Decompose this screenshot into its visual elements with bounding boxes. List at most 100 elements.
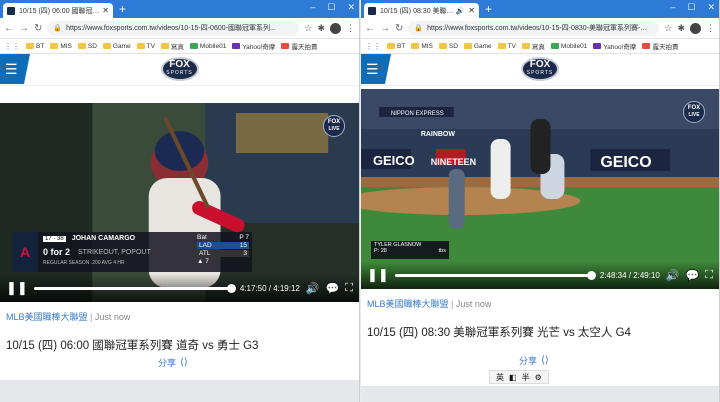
ime-language-toggle[interactable]: 英 [496,372,504,383]
maximize-button[interactable]: ☐ [687,2,695,13]
forward-icon[interactable]: → [19,23,29,34]
bookmark-item[interactable]: 露天拍賣 [281,41,317,51]
video-controls: ❚❚ 4:17:50 / 4:19:12 🔊 💬 ⛶ [0,274,359,302]
page-footer [361,386,719,402]
menu-dots-icon[interactable]: ⋮ [706,23,715,34]
bookmark-item[interactable]: 寫真 [521,41,545,51]
folder-icon [136,43,145,49]
bookmark-item[interactable]: Game [463,43,492,50]
category-link[interactable]: MLB美國職棒大聯盟 [367,299,449,309]
extensions-icon[interactable]: ✱ [677,23,685,34]
site-header: ☰ FOX SPORTS [361,54,719,86]
url-field[interactable]: 🔒 https://www.foxsports.com.tw/videos/10… [408,20,660,36]
fullscreen-icon[interactable]: ⛶ [345,282,353,295]
timestamp: Just now [94,312,131,322]
menu-dots-icon[interactable]: ⋮ [346,23,355,34]
chat-icon[interactable]: 💬 [326,282,340,295]
batter-name: JOHAN CAMARGO [71,235,136,242]
bookmark-item[interactable]: 露天拍賣 [642,41,678,51]
minimize-button[interactable]: – [310,2,315,13]
window-controls: – ☐ ✕ [310,2,355,13]
bookmark-item[interactable]: 寫真 [160,41,184,51]
bookmark-item[interactable]: TV [136,43,155,50]
maximize-button[interactable]: ☐ [327,2,335,13]
audio-playing-icon[interactable]: 🔊 [456,7,465,15]
bookmark-item[interactable]: BT [26,43,44,50]
apps-icon[interactable]: ⋮⋮ [365,42,381,51]
browser-tab[interactable]: 10/15 (四) 08:30 美聯冠軍系列 🔊 ✕ [364,3,479,18]
extensions-icon[interactable]: ✱ [317,23,325,34]
batter-number: 17 · 38 [43,235,66,242]
bookmark-item[interactable]: Game [102,43,131,50]
ime-width-toggle[interactable]: 半 [522,372,530,383]
hamburger-icon[interactable]: ☰ [5,62,18,76]
star-icon[interactable]: ☆ [664,23,672,34]
timestamp: Just now [455,299,492,309]
apps-icon[interactable]: ⋮⋮ [4,42,20,51]
progress-bar[interactable] [33,283,236,293]
bookmark-item[interactable]: MIS [411,43,433,50]
avatar[interactable] [330,22,341,34]
network-logo: tbs [438,248,446,254]
new-tab-button[interactable]: + [119,2,126,16]
address-bar-row: ← → ↻ 🔒 https://www.foxsports.com.tw/vid… [0,18,359,39]
bookmark-item[interactable]: BT [387,43,405,50]
bookmark-item[interactable]: SD [77,43,97,50]
bookmark-item[interactable]: Mobile01 [189,43,226,50]
folder-icon [50,43,59,49]
hamburger-icon[interactable]: ☰ [366,62,379,76]
avatar[interactable] [690,22,701,34]
ime-mode-icon[interactable]: ◧ [509,373,517,382]
fox-sports-logo[interactable]: FOX SPORTS [521,57,559,81]
close-window-button[interactable]: ✕ [707,2,715,13]
lock-icon: 🔒 [414,25,424,32]
video-frame: NIPPON EXPRESS RAINBOW GEICO NINETEEN GE… [361,89,719,289]
pause-icon[interactable]: ❚❚ [6,280,28,296]
bookmark-item[interactable]: MIS [50,43,72,50]
category-line: MLB美國職棒大聯盟 | Just now [367,299,492,309]
share-button[interactable]: 分享 ⟨⟩ [158,356,188,369]
ime-settings-icon[interactable]: ⚙ [535,373,542,382]
forward-icon[interactable]: → [380,23,390,34]
bookmarks-bar: ⋮⋮ BT MIS SD Game TV 寫真 Mobile01 Yahoo!奇… [361,39,719,54]
pause-icon[interactable]: ❚❚ [367,267,389,283]
fullscreen-icon[interactable]: ⛶ [705,269,713,282]
batter-result: STRIKEOUT, POPOUT [78,248,151,256]
bookmark-item[interactable]: Mobile01 [550,43,587,50]
back-icon[interactable]: ← [365,23,375,34]
back-icon[interactable]: ← [4,23,14,34]
tab-close-icon[interactable]: ✕ [468,6,475,15]
video-player[interactable]: NIPPON EXPRESS RAINBOW GEICO NINETEEN GE… [361,89,719,289]
volume-icon[interactable]: 🔊 [306,282,320,295]
progress-knob[interactable] [226,283,236,293]
bookmark-item[interactable]: TV [497,43,516,50]
close-window-button[interactable]: ✕ [347,2,355,13]
share-icon: ⟨⟩ [541,355,549,366]
reload-icon[interactable]: ↻ [395,23,403,34]
progress-fill [33,286,232,290]
fox-sports-logo[interactable]: FOX SPORTS [160,57,199,81]
folder-icon [497,43,506,49]
bookmark-item[interactable]: SD [438,43,458,50]
folder-icon [438,43,447,49]
tab-close-icon[interactable]: ✕ [102,6,109,15]
browser-tab[interactable]: 10/15 (四) 06:00 國聯冠軍系列賽 ✕ [3,3,113,18]
video-player[interactable]: FOX LIVE A 17 · 38 JOHAN CAMARGO 0 for 2 … [0,103,359,302]
bookmark-item[interactable]: Yahoo!奇摩 [593,41,636,51]
share-icon: ⟨⟩ [180,357,188,368]
ruten-icon [281,43,290,49]
new-tab-button[interactable]: + [485,2,492,16]
progress-bar[interactable] [394,270,596,280]
star-icon[interactable]: ☆ [304,23,312,34]
chat-icon[interactable]: 💬 [686,269,700,282]
folder-icon [102,43,111,49]
volume-icon[interactable]: 🔊 [666,269,680,282]
reload-icon[interactable]: ↻ [34,23,42,34]
share-button[interactable]: 分享 ⟨⟩ [519,354,549,367]
progress-knob[interactable] [586,270,596,280]
minimize-button[interactable]: – [670,2,675,13]
category-link[interactable]: MLB美國職棒大聯盟 [6,312,88,322]
url-field[interactable]: 🔒 https://www.foxsports.com.tw/videos/10… [47,20,300,36]
bookmark-item[interactable]: Yahoo!奇摩 [232,41,275,51]
time-display: 2:48:34 / 2:49:10 [599,270,660,280]
